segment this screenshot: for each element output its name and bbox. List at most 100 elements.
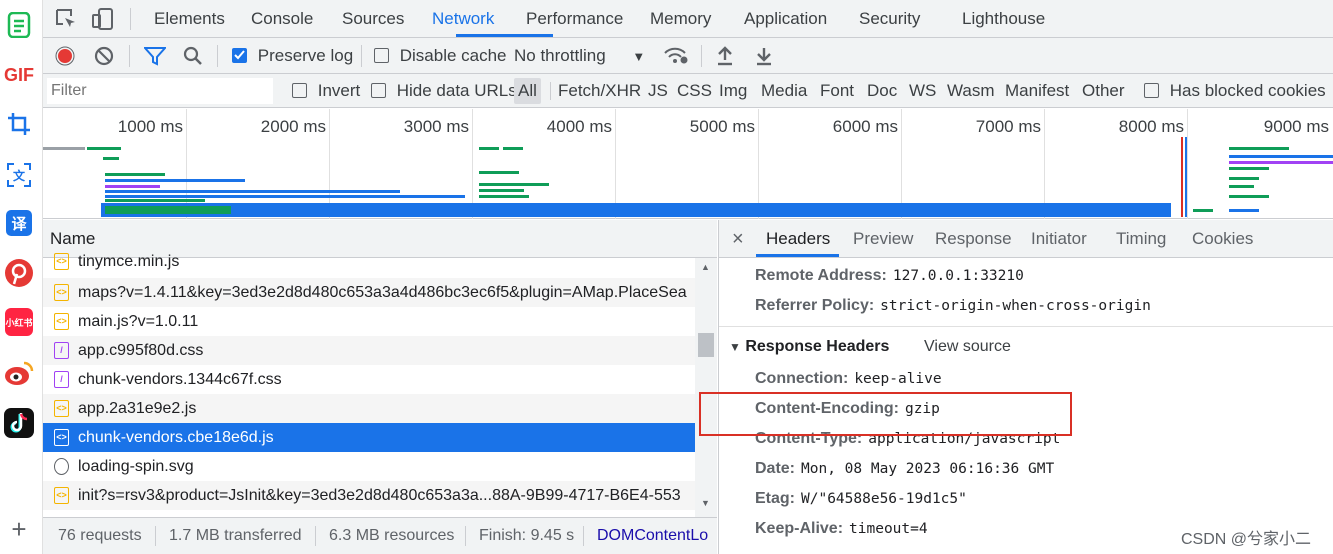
- type-filter-all[interactable]: All: [514, 78, 541, 104]
- device-toolbar-icon[interactable]: [91, 7, 115, 36]
- add-icon[interactable]: +: [4, 514, 34, 544]
- tab-response[interactable]: Response: [935, 220, 1012, 258]
- request-row[interactable]: <> main.js?v=1.0.11: [43, 307, 695, 336]
- hide-data-urls-check[interactable]: [371, 83, 386, 98]
- request-name: main.js?v=1.0.11: [78, 313, 199, 330]
- hide-data-urls-checkbox[interactable]: Hide data URLs: [371, 74, 517, 108]
- devtools-tabbar: Elements Console Sources Network Perform…: [43, 0, 1333, 38]
- script-file-icon: <>: [54, 487, 69, 504]
- response-headers-section[interactable]: ▼ Response Headers: [729, 338, 889, 356]
- record-icon[interactable]: [55, 46, 75, 71]
- type-filter-other[interactable]: Other: [1082, 74, 1125, 108]
- scroll-up-icon[interactable]: ▲: [701, 262, 710, 272]
- tab-preview[interactable]: Preview: [853, 220, 913, 258]
- tab-initiator[interactable]: Initiator: [1031, 220, 1087, 258]
- request-name: chunk-vendors.cbe18e6d.js: [78, 429, 274, 446]
- type-filter-wasm[interactable]: Wasm: [947, 74, 995, 108]
- translator-label: 译: [11, 215, 27, 233]
- dom-content-loaded-marker: [1185, 137, 1187, 217]
- translate-scan-icon[interactable]: 文: [4, 160, 34, 190]
- header-value: keep-alive: [854, 371, 942, 387]
- timeline-tick-label: 7000 ms: [975, 117, 1041, 136]
- type-filter-media[interactable]: Media: [761, 74, 807, 108]
- tab-security[interactable]: Security: [859, 0, 920, 38]
- tab-performance[interactable]: Performance: [526, 0, 623, 38]
- tiktok-icon[interactable]: [4, 408, 34, 438]
- resources-size: 6.3 MB resources: [329, 527, 455, 544]
- status-divider: [465, 526, 466, 546]
- search-icon[interactable]: [183, 46, 203, 71]
- filter-input[interactable]: [47, 78, 273, 104]
- preserve-log-checkbox[interactable]: Preserve log: [232, 38, 353, 74]
- invert-checkbox[interactable]: Invert: [292, 74, 360, 108]
- request-row[interactable]: loading-spin.svg: [43, 452, 695, 481]
- finish-time: Finish: 9.45 s: [479, 527, 575, 544]
- request-row[interactable]: <> app.2a31e9e2.js: [43, 394, 695, 423]
- header-value: strict-origin-when-cross-origin: [880, 298, 1151, 314]
- timeline-tick-label: 5000 ms: [689, 117, 755, 136]
- active-tab-indicator: [756, 254, 839, 257]
- timeline-request-bar: [479, 189, 524, 192]
- has-blocked-cookies-check[interactable]: [1144, 83, 1159, 98]
- throttling-select[interactable]: No throttling ▼: [514, 38, 645, 74]
- toolbar-divider: [701, 45, 702, 67]
- inspect-element-icon[interactable]: [55, 8, 77, 35]
- scroll-down-icon[interactable]: ▼: [701, 498, 710, 508]
- disable-cache-check[interactable]: [374, 48, 389, 63]
- import-har-icon[interactable]: [716, 46, 734, 71]
- type-filter-fetch-xhr[interactable]: Fetch/XHR: [558, 74, 641, 108]
- image-file-icon: [54, 458, 69, 475]
- has-blocked-cookies-checkbox[interactable]: Has blocked cookies: [1144, 74, 1326, 108]
- request-row-selected[interactable]: <> chunk-vendors.cbe18e6d.js: [43, 423, 695, 452]
- request-row[interactable]: / chunk-vendors.1344c67f.css: [43, 365, 695, 394]
- timeline-request-bar: [105, 199, 205, 202]
- close-icon[interactable]: ×: [732, 220, 744, 258]
- filter-icon[interactable]: [142, 46, 168, 71]
- disable-cache-checkbox[interactable]: Disable cache: [374, 38, 507, 74]
- tab-memory[interactable]: Memory: [650, 0, 711, 38]
- crop-app-icon[interactable]: [4, 109, 34, 139]
- view-source-link[interactable]: View source: [924, 338, 1011, 356]
- gif-app-icon[interactable]: GIF: [4, 60, 34, 90]
- tab-network[interactable]: Network: [432, 0, 494, 38]
- type-filter-img[interactable]: Img: [719, 74, 747, 108]
- translator-app-icon[interactable]: 译: [6, 210, 32, 236]
- pinterest-icon[interactable]: [4, 258, 34, 288]
- request-row[interactable]: / app.c995f80d.css: [43, 336, 695, 365]
- tab-console[interactable]: Console: [251, 0, 313, 38]
- type-filter-manifest[interactable]: Manifest: [1005, 74, 1069, 108]
- request-row[interactable]: <> tinymce.min.js: [43, 251, 695, 273]
- xiaohongshu-app-icon[interactable]: 小红书: [5, 308, 33, 336]
- notes-app-icon[interactable]: [4, 10, 34, 40]
- type-filter-css[interactable]: CSS: [677, 74, 712, 108]
- type-filter-js[interactable]: JS: [648, 74, 668, 108]
- timeline-request-bar: [1229, 161, 1333, 164]
- tab-lighthouse[interactable]: Lighthouse: [962, 0, 1045, 38]
- tabbar-divider: [130, 8, 131, 30]
- tab-elements[interactable]: Elements: [154, 0, 225, 38]
- header-key: Etag:: [755, 490, 795, 507]
- request-row[interactable]: <> maps?v=1.4.11&key=3ed3e2d8d480c653a3a4…: [43, 278, 695, 307]
- type-filter-ws[interactable]: WS: [909, 74, 936, 108]
- tab-cookies[interactable]: Cookies: [1192, 220, 1253, 258]
- network-overview-timeline[interactable]: 1000 ms 2000 ms 3000 ms 4000 ms 5000 ms …: [43, 109, 1333, 219]
- tab-timing[interactable]: Timing: [1116, 220, 1166, 258]
- export-har-icon[interactable]: [755, 46, 773, 71]
- preserve-log-check[interactable]: [232, 48, 247, 63]
- timeline-tick-label: 9000 ms: [1263, 117, 1329, 136]
- type-filter-font[interactable]: Font: [820, 74, 854, 108]
- header-etag: Etag: W/"64588e56-19d1c5": [755, 490, 967, 508]
- weibo-icon[interactable]: [4, 358, 34, 388]
- request-row[interactable]: <> init?s=rsv3&product=JsInit&key=3ed3e2d…: [43, 481, 695, 510]
- invert-check[interactable]: [292, 83, 307, 98]
- type-filter-doc[interactable]: Doc: [867, 74, 897, 108]
- clear-icon[interactable]: [94, 46, 114, 71]
- scrollbar-thumb[interactable]: [698, 333, 714, 357]
- tab-headers[interactable]: Headers: [766, 220, 830, 258]
- network-conditions-icon[interactable]: [663, 45, 689, 72]
- tab-application[interactable]: Application: [744, 0, 827, 38]
- tab-sources[interactable]: Sources: [342, 0, 404, 38]
- header-keep-alive: Keep-Alive: timeout=4: [755, 520, 928, 538]
- domcontentloaded-time: DOMContentLo: [597, 527, 709, 544]
- timeline-request-bar: [479, 183, 549, 186]
